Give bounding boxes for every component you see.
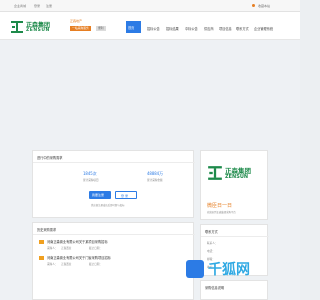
in-progress-title: 进行中的采购需求 bbox=[37, 156, 63, 160]
watermark: 千狐网 bbox=[186, 256, 274, 284]
list-item[interactable]: 河南正森置业有限公司关于某项目采购招标 采购人： 正森置业 截止日期： bbox=[39, 239, 189, 253]
topbar-link-mall[interactable]: 企业商城 bbox=[14, 4, 26, 8]
watermark-logo-icon bbox=[186, 260, 204, 278]
logo-text-en: ZENSUN bbox=[26, 28, 50, 33]
stat-projects-value: 1845次 bbox=[83, 171, 97, 176]
history-title: 历史采购需求 bbox=[37, 228, 57, 232]
list-item-meta: 正森置业 bbox=[61, 263, 72, 266]
list-item[interactable]: 河南正森置业有限公司关于门窗采购项目招标 采购人： 正森置业 截止日期： bbox=[39, 255, 189, 269]
nav-contact[interactable]: 联系方式 bbox=[236, 26, 249, 31]
contact-line: 电话： bbox=[207, 250, 215, 253]
history-panel: 历史采购需求 河南正森置业有限公司关于某项目采购招标 采购人： 正森置业 截止日… bbox=[32, 222, 195, 300]
register-footnote: 供应商注册成功后即可参与投标 bbox=[91, 204, 125, 207]
nav-home[interactable]: 首页 bbox=[126, 21, 141, 33]
slogan-subtitle: 欢迎来到正森集团采购平台 bbox=[207, 211, 236, 214]
register-button-label: 我要注册 bbox=[92, 193, 105, 197]
contact-line: 联系人： bbox=[207, 242, 218, 245]
brand-logo: 正森集团 ZENSUN bbox=[207, 161, 263, 197]
slogan-title: 微臣日一日 bbox=[207, 203, 233, 209]
login-button-label: 登 录 bbox=[121, 193, 128, 198]
watermark-text: 千狐网 bbox=[208, 262, 250, 278]
nav-home-label: 首页 bbox=[128, 26, 135, 30]
register-button[interactable]: 我要注册 bbox=[89, 191, 111, 199]
list-item-meta: 采购人： bbox=[47, 263, 58, 266]
info-title: 采购信息说明 bbox=[205, 286, 225, 290]
header-badge: 一站采购服务 bbox=[70, 26, 91, 31]
list-item-meta: 采购人： bbox=[47, 247, 58, 250]
document-icon bbox=[39, 256, 44, 260]
stat-projects-label: 累计采购项目 bbox=[83, 179, 99, 182]
contact-title: 联系方式 bbox=[205, 230, 218, 234]
header-subtitle: 正森地产 bbox=[70, 19, 83, 23]
slogan-panel: 微臣日一日 欢迎来到正森集团采购平台 bbox=[200, 196, 268, 220]
divider bbox=[33, 162, 195, 163]
brand-text-en: ZENSUN bbox=[225, 174, 249, 180]
nav-enterprise-system[interactable]: 企业管理系统 bbox=[254, 26, 273, 31]
topbar-link-favorite[interactable]: 收藏本站 bbox=[258, 4, 270, 8]
list-item-meta: 正森置业 bbox=[61, 247, 72, 250]
list-item-meta: 截止日期： bbox=[89, 247, 102, 250]
site-header: 正森集团 ZENSUN 正森地产 一站采购服务 便利 首页 招标公告 招标结果 … bbox=[0, 12, 300, 40]
divider bbox=[201, 236, 269, 237]
in-progress-panel: 进行中的采购需求 1845次 累计采购项目 48884万 累计采购金额 我要注册… bbox=[32, 150, 195, 218]
list-item-title: 河南正森置业有限公司关于门窗采购项目招标 bbox=[47, 256, 111, 260]
topbar-link-register[interactable]: 注册 bbox=[46, 4, 52, 8]
divider bbox=[33, 234, 195, 235]
stat-amount-label: 累计采购金额 bbox=[147, 179, 163, 182]
zensun-logo-icon bbox=[208, 166, 222, 180]
document-icon bbox=[39, 240, 44, 244]
top-bar: 企业商城 登录 注册 收藏本站 bbox=[0, 0, 300, 12]
nav-bidding-result[interactable]: 招标结果 bbox=[166, 26, 179, 31]
nav-bidding-notice[interactable]: 招标公告 bbox=[147, 26, 160, 31]
stat-amount-value: 48884万 bbox=[147, 171, 164, 176]
zensun-logo-icon bbox=[11, 21, 23, 33]
list-item-meta: 截止日期： bbox=[89, 263, 102, 266]
nav-supplier[interactable]: 供应商 bbox=[204, 26, 214, 31]
nav-project-info[interactable]: 项目信息 bbox=[219, 26, 232, 31]
login-button[interactable]: 登 录 bbox=[115, 191, 137, 199]
header-badge-secondary: 便利 bbox=[96, 26, 106, 31]
favorite-icon bbox=[252, 4, 255, 7]
site-logo[interactable]: 正森集团 ZENSUN bbox=[10, 18, 62, 36]
list-item-title: 河南正森置业有限公司关于某项目采购招标 bbox=[47, 240, 108, 244]
nav-winning-notice[interactable]: 中标公告 bbox=[185, 26, 198, 31]
topbar-link-login[interactable]: 登录 bbox=[34, 4, 40, 8]
